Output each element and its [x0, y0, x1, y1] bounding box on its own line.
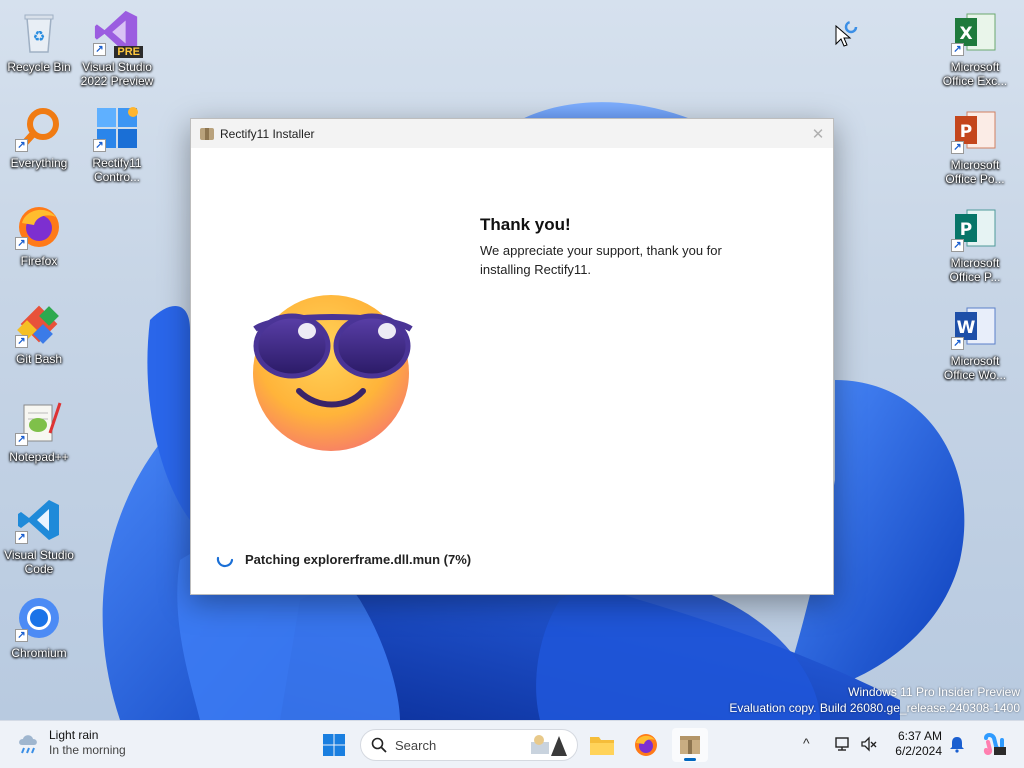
desktop-icon-label: Microsoft Office Exc...	[942, 60, 1008, 88]
shortcut-arrow-icon: ↗	[951, 43, 964, 56]
desktop-icon-ms-office-word[interactable]: W ↗ Microsoft Office Wo...	[933, 302, 1017, 382]
taskbar-search[interactable]: Search	[360, 729, 578, 761]
svg-text:♻: ♻	[33, 29, 46, 45]
desktop-icon-git-bash[interactable]: ↗ Git Bash	[0, 300, 81, 366]
shortcut-arrow-icon: ↗	[15, 237, 28, 250]
visual-studio-icon: ↗ PRE	[93, 8, 143, 58]
desktop-icon-visual-studio-2022-preview[interactable]: ↗ PRE Visual Studio 2022 Preview	[75, 8, 159, 88]
clock-date: 6/2/2024	[895, 744, 942, 758]
shortcut-arrow-icon: ↗	[93, 139, 106, 152]
svg-text:W: W	[957, 318, 976, 338]
desktop-icon-label: Chromium	[11, 646, 67, 660]
network-display-icon[interactable]	[834, 735, 852, 753]
git-icon: ↗	[15, 300, 63, 348]
clock-time: 6:37 AM	[897, 729, 942, 743]
excel-icon: X ↗	[951, 8, 999, 56]
shortcut-arrow-icon: ↗	[15, 629, 28, 642]
magnifier-icon: ↗	[15, 104, 63, 152]
svg-text:P: P	[960, 122, 972, 142]
control-panel-icon: ↗	[93, 104, 141, 152]
shortcut-arrow-icon: ↗	[951, 239, 964, 252]
watermark-line-1: Windows 11 Pro Insider Preview	[848, 685, 1020, 699]
desktop-icon-label: Recycle Bin	[7, 60, 71, 74]
folder-icon	[590, 737, 614, 755]
install-status: Patching explorerframe.dll.mun (7%)	[215, 549, 471, 569]
desktop-icon-ms-office-excel[interactable]: X ↗ Microsoft Office Exc...	[933, 8, 1017, 88]
desktop-icon-label: Microsoft Office Po...	[945, 158, 1005, 186]
show-hidden-icons-chevron[interactable]: ^	[803, 735, 810, 751]
desktop-icon-label: Visual Studio 2022 Preview	[80, 60, 154, 88]
desktop-icon-firefox[interactable]: ↗ Firefox	[0, 202, 81, 268]
firefox-icon: ↗	[15, 202, 63, 250]
desktop-icon-label: Microsoft Office P...	[949, 256, 1001, 284]
shortcut-arrow-icon: ↗	[951, 141, 964, 154]
powerpoint-icon: P ↗	[951, 106, 999, 154]
installer-window[interactable]: Rectify11 Installer ✕ Thank you! We appr…	[190, 118, 834, 595]
desktop-icon-notepad-plus-plus[interactable]: ↗ Notepad++	[0, 398, 81, 464]
desktop-icon-chromium[interactable]: ↗ Chromium	[0, 594, 81, 660]
shortcut-arrow-icon: ↗	[15, 335, 28, 348]
desktop-icon-ms-office-powerpoint[interactable]: P ↗ Microsoft Office Po...	[933, 106, 1017, 186]
window-titlebar[interactable]: Rectify11 Installer ✕	[191, 119, 833, 148]
installer-package-icon	[200, 127, 214, 140]
vscode-icon: ↗	[15, 496, 63, 544]
search-icon	[371, 737, 387, 753]
taskbar: Light rain In the morning Search ^ 6:37 …	[0, 720, 1024, 768]
watermark-line-2: Evaluation copy. Build 26080.ge_release.…	[729, 701, 1020, 715]
word-icon: W ↗	[951, 302, 999, 350]
search-placeholder: Search	[395, 737, 437, 753]
copilot-preview-icon[interactable]	[982, 732, 1006, 756]
taskbar-clock[interactable]: 6:37 AM 6/2/2024	[888, 729, 942, 759]
notification-bell-icon[interactable]	[948, 735, 966, 753]
weather-title: Light rain	[49, 728, 99, 742]
svg-text:X: X	[959, 24, 972, 44]
taskbar-firefox[interactable]	[628, 728, 664, 762]
recycle-bin-icon: ♻	[15, 8, 63, 56]
weather-widget[interactable]: Light rain In the morning	[16, 728, 126, 758]
desktop-icon-rectify11-control[interactable]: ↗ Rectify11 Contro...	[75, 104, 159, 184]
chromium-icon: ↗	[15, 594, 63, 642]
shortcut-arrow-icon: ↗	[951, 337, 964, 350]
desktop-icon-label: Visual Studio Code	[4, 548, 74, 576]
firefox-icon	[635, 734, 657, 756]
install-status-text: Patching explorerframe.dll.mun (7%)	[245, 551, 472, 567]
desktop-icon-label: Microsoft Office Wo...	[943, 354, 1007, 382]
thank-you-heading: Thank you!	[480, 215, 571, 234]
active-indicator	[684, 758, 696, 761]
start-button[interactable]	[316, 728, 352, 762]
installer-package-icon	[680, 736, 700, 754]
desktop-icon-visual-studio-code[interactable]: ↗ Visual Studio Code	[0, 496, 81, 576]
notepad-icon: ↗	[15, 398, 63, 446]
svg-text:P: P	[960, 220, 972, 240]
weather-subtitle: In the morning	[49, 743, 126, 757]
shortcut-arrow-icon: ↗	[93, 43, 106, 56]
taskbar-file-explorer[interactable]	[584, 728, 620, 762]
desktop-icon-label: Rectify11 Contro...	[92, 156, 142, 184]
desktop-icon-label: Notepad++	[9, 450, 69, 464]
desktop-icon-ms-office-publisher[interactable]: P ↗ Microsoft Office P...	[933, 204, 1017, 284]
taskbar-rectify11-installer[interactable]	[672, 728, 708, 762]
desktop-icon-label: Git Bash	[15, 352, 63, 366]
preview-badge: PRE	[114, 46, 143, 58]
window-title: Rectify11 Installer	[220, 126, 315, 141]
rain-cloud-icon	[19, 735, 37, 754]
desktop-icon-label: Firefox	[20, 254, 58, 268]
busy-cursor-icon	[835, 18, 861, 53]
search-highlight-illustration-icon	[531, 735, 567, 756]
thank-you-message: We appreciate your support, thank you fo…	[480, 243, 722, 277]
shortcut-arrow-icon: ↗	[15, 433, 28, 446]
evaluation-watermark: Windows 11 Pro Insider Preview Evaluatio…	[729, 684, 1020, 716]
desktop-icon-label: Everything	[10, 156, 68, 170]
close-button[interactable]: ✕	[803, 125, 833, 143]
windows-logo-icon	[323, 734, 345, 756]
desktop-icon-everything[interactable]: ↗ Everything	[0, 104, 81, 170]
volume-muted-icon[interactable]	[860, 735, 878, 753]
publisher-icon: P ↗	[951, 204, 999, 252]
smiling-face-with-sunglasses-icon	[247, 291, 417, 456]
loading-spinner-icon	[216, 556, 234, 568]
desktop-icon-recycle-bin[interactable]: ♻ Recycle Bin	[0, 8, 81, 74]
shortcut-arrow-icon: ↗	[15, 531, 28, 544]
shortcut-arrow-icon: ↗	[15, 139, 28, 152]
